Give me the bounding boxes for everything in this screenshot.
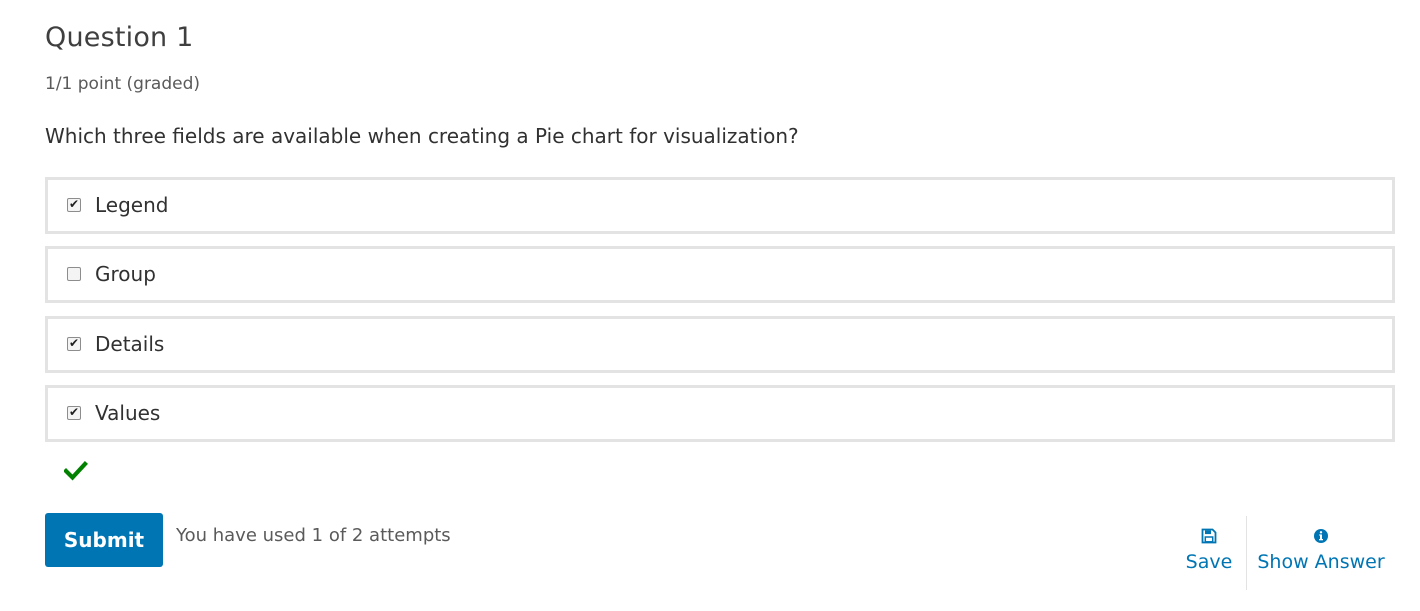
choice-label: Group: [95, 262, 156, 286]
submit-button[interactable]: Submit: [45, 513, 163, 567]
points-indicator: 1/1 point (graded): [45, 74, 201, 94]
question-title: Question 1: [45, 22, 194, 53]
checkmark-icon: ✔: [69, 197, 80, 211]
choice-label: Legend: [95, 193, 169, 217]
choice-label: Details: [95, 332, 165, 356]
choice-checkbox[interactable]: [67, 267, 81, 281]
correct-checkmark-icon: [63, 460, 88, 482]
choice-checkbox[interactable]: ✔: [67, 336, 81, 351]
attempts-counter: You have used 1 of 2 attempts: [176, 525, 451, 546]
choice-values[interactable]: ✔ Values: [45, 385, 1395, 442]
save-label: Save: [1185, 551, 1233, 573]
choice-checkbox[interactable]: ✔: [67, 197, 81, 212]
floppy-disk-icon: [1179, 527, 1239, 547]
choice-details[interactable]: ✔ Details: [45, 316, 1395, 373]
choice-checkbox[interactable]: ✔: [67, 405, 81, 420]
choice-group[interactable]: Group: [45, 246, 1395, 303]
question-prompt: Which three fields are available when cr…: [45, 124, 799, 148]
choice-label: Values: [95, 401, 161, 425]
checkmark-icon: ✔: [69, 336, 80, 350]
choice-legend[interactable]: ✔ Legend: [45, 177, 1395, 234]
info-circle-icon: [1257, 527, 1385, 547]
problem-container: Question 1 1/1 point (graded) Which thre…: [0, 0, 1420, 611]
save-button[interactable]: Save: [1179, 527, 1239, 573]
checkmark-icon: ✔: [69, 405, 80, 419]
show-answer-label: Show Answer: [1257, 551, 1385, 573]
show-answer-button[interactable]: Show Answer: [1257, 527, 1385, 573]
action-divider: [1246, 516, 1247, 590]
